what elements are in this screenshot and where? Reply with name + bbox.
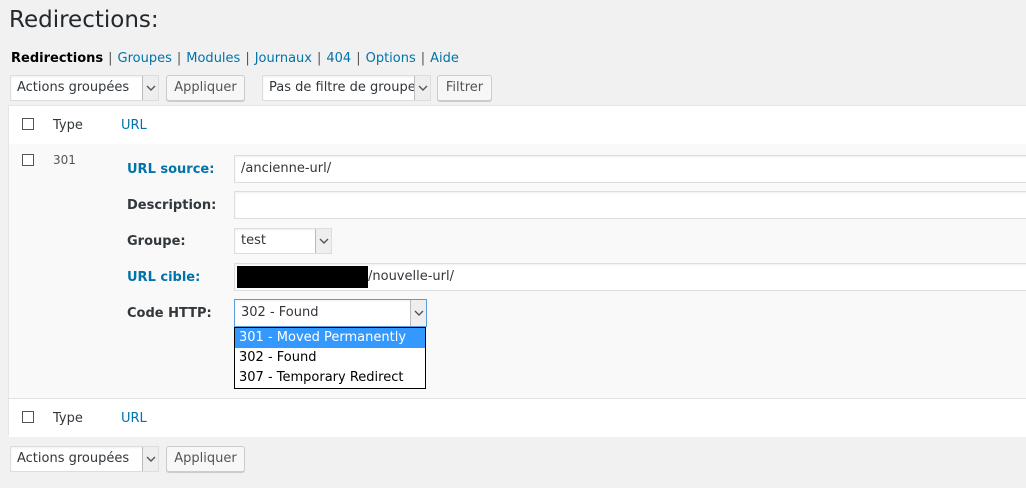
- http-option-301[interactable]: 301 - Moved Permanently: [235, 328, 425, 348]
- http-code-select[interactable]: 302 - Found: [234, 299, 427, 327]
- subnav-item-modules[interactable]: Modules: [186, 51, 240, 66]
- source-url-label: URL source:: [127, 162, 215, 177]
- redirections-table: Type URL 301 URL source: /ancienne-url/ …: [8, 105, 1026, 437]
- bulk-actions-select-top[interactable]: Actions groupées: [10, 75, 159, 101]
- filter-button[interactable]: Filtrer: [437, 75, 492, 101]
- group-label: Groupe:: [127, 234, 186, 249]
- subnav-separator: |: [245, 51, 250, 66]
- subnav-separator: |: [356, 51, 361, 66]
- description-label: Description:: [127, 198, 217, 213]
- bulk-actions-select-bottom[interactable]: Actions groupées: [10, 446, 159, 472]
- table-row: 301 URL source: /ancienne-url/ Descripti…: [9, 144, 1026, 398]
- chevron-down-icon: [142, 76, 158, 100]
- subnav-separator: |: [108, 51, 113, 66]
- http-code-value: 302 - Found: [241, 305, 319, 320]
- chevron-down-icon: [414, 76, 430, 100]
- apply-button-bottom[interactable]: Appliquer: [166, 446, 245, 472]
- http-option-307[interactable]: 307 - Temporary Redirect: [235, 368, 425, 388]
- subnav-separator: |: [316, 51, 322, 66]
- chevron-down-icon: [315, 229, 331, 253]
- subnav-item-groupes[interactable]: Groupes: [118, 51, 172, 66]
- select-all-checkbox-footer[interactable]: [22, 411, 34, 423]
- subnav-item-redirections[interactable]: Redirections: [11, 51, 103, 66]
- bulk-actions-value: Actions groupées: [17, 80, 130, 95]
- sub-navigation: Redirections | Groupes | Modules | Journaux | 40…: [11, 50, 459, 68]
- column-url-header[interactable]: URL: [121, 118, 147, 133]
- subnav-item-journaux[interactable]: Journaux: [255, 51, 312, 66]
- group-filter-select[interactable]: Pas de filtre de groupe: [262, 75, 431, 101]
- target-url-value: /nouvelle-url/: [368, 269, 454, 284]
- group-select-value: test: [241, 233, 266, 248]
- subnav-item-404[interactable]: 404: [326, 51, 351, 66]
- redacted-domain: [237, 266, 368, 288]
- http-code-dropdown-list: 301 - Moved Permanently 302 - Found 307 …: [234, 327, 426, 389]
- select-all-checkbox[interactable]: [22, 118, 34, 130]
- description-input[interactable]: [234, 191, 1026, 219]
- chevron-down-icon: [142, 447, 158, 471]
- subnav-separator: |: [176, 51, 182, 66]
- source-url-input[interactable]: /ancienne-url/: [234, 155, 1026, 183]
- column-type-header: Type: [53, 118, 83, 133]
- page-title: Redirections:: [9, 7, 159, 33]
- apply-button-top[interactable]: Appliquer: [166, 75, 245, 101]
- bulk-actions-value: Actions groupées: [17, 451, 130, 466]
- table-header: Type URL: [9, 106, 1026, 145]
- row-type-value: 301: [53, 153, 76, 167]
- subnav-separator: |: [420, 51, 426, 66]
- http-option-302[interactable]: 302 - Found: [235, 348, 425, 368]
- table-footer: Type URL: [9, 398, 1026, 437]
- chevron-down-icon: [410, 300, 426, 326]
- column-type-footer: Type: [53, 411, 83, 426]
- subnav-item-aide[interactable]: Aide: [430, 51, 459, 66]
- row-checkbox[interactable]: [22, 154, 34, 166]
- http-code-label: Code HTTP:: [127, 306, 212, 321]
- column-url-footer[interactable]: URL: [121, 411, 147, 426]
- target-url-label: URL cible:: [127, 270, 201, 285]
- group-filter-value: Pas de filtre de groupe: [269, 80, 416, 95]
- group-select[interactable]: test: [234, 228, 332, 254]
- subnav-item-options[interactable]: Options: [366, 51, 416, 66]
